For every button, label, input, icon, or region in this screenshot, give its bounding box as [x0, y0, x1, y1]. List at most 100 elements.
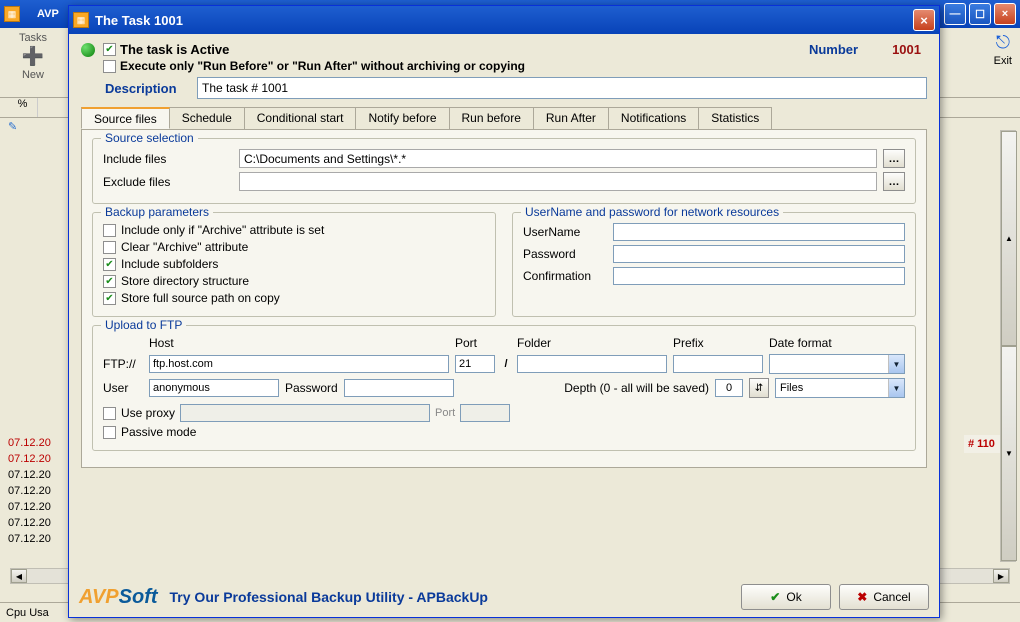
password-input[interactable] [613, 245, 905, 263]
prefix-header: Prefix [673, 336, 763, 350]
exclude-files-input[interactable] [239, 172, 877, 191]
ok-button[interactable]: ✔ Ok [741, 584, 831, 610]
chevron-down-icon: ▼ [888, 355, 904, 373]
close-button[interactable]: × [913, 9, 935, 31]
source-selection-group: Source selection Include files … Exclude… [92, 138, 916, 204]
tab-source-files[interactable]: Source files [81, 107, 170, 129]
opt-store-dir-structure-checkbox[interactable] [103, 275, 116, 288]
tab-run-before[interactable]: Run before [449, 107, 534, 129]
ftp-scheme-label: FTP:// [103, 357, 143, 371]
confirmation-input[interactable] [613, 267, 905, 285]
network-creds-group: UserName and password for network resour… [512, 212, 916, 317]
scroll-down-icon[interactable]: ▼ [1001, 346, 1017, 561]
ftp-prefix-input[interactable] [673, 355, 763, 373]
include-files-label: Include files [103, 152, 233, 166]
opt-label: Store full source path on copy [121, 291, 280, 305]
use-proxy-checkbox[interactable] [103, 407, 116, 420]
tab-schedule[interactable]: Schedule [169, 107, 245, 129]
include-browse-button[interactable]: … [883, 149, 905, 168]
chevron-down-icon: ▼ [888, 379, 904, 397]
ftp-group: Upload to FTP Host Port Folder Prefix Da… [92, 325, 916, 451]
execute-only-label: Execute only "Run Before" or "Run After"… [120, 59, 525, 73]
host-header: Host [149, 336, 449, 350]
network-creds-title: UserName and password for network resour… [521, 205, 783, 219]
status-text: Cpu Usa [6, 607, 49, 619]
backup-params-title: Backup parameters [101, 205, 213, 219]
main-close-button[interactable]: × [994, 3, 1016, 25]
description-input[interactable] [197, 77, 927, 99]
date-format-combo[interactable]: ▼ [769, 354, 905, 374]
dialog-icon: ▦ [73, 12, 89, 28]
username-input[interactable] [613, 223, 905, 241]
list-date: 07.12.20 [8, 435, 51, 451]
dialog-title: The Task 1001 [95, 13, 913, 28]
dialog-footer: AVPSoft Try Our Professional Backup Util… [69, 577, 939, 617]
username-label: UserName [523, 225, 613, 239]
promo-text: Try Our Professional Backup Utility - AP… [170, 589, 488, 605]
slash-label: / [501, 358, 511, 370]
exit-icon[interactable]: ⎋ [996, 32, 1010, 53]
list-date: 07.12.20 [8, 483, 51, 499]
row-icon: ✎ [8, 120, 17, 133]
tab-run-after[interactable]: Run After [533, 107, 609, 129]
opt-store-full-path-checkbox[interactable] [103, 292, 116, 305]
opt-label: Include subfolders [121, 257, 218, 271]
password-label: Password [523, 247, 613, 261]
depth-input[interactable] [715, 379, 743, 397]
new-icon[interactable]: ➕ [22, 46, 44, 67]
ftp-pass-input[interactable] [344, 379, 454, 397]
ftp-host-input[interactable] [149, 355, 449, 373]
ftp-title: Upload to FTP [101, 318, 186, 332]
tab-statistics[interactable]: Statistics [698, 107, 772, 129]
execute-only-checkbox[interactable] [103, 60, 116, 73]
opt-clear-archive-checkbox[interactable] [103, 241, 116, 254]
tabstrip: Source files Schedule Conditional start … [81, 107, 927, 130]
exclude-files-label: Exclude files [103, 175, 233, 189]
scroll-right-icon[interactable]: ▶ [993, 569, 1009, 583]
exit-label: Exit [994, 55, 1012, 67]
folder-header: Folder [517, 336, 667, 350]
ftp-port-input[interactable] [455, 355, 495, 373]
tab-notify-before[interactable]: Notify before [355, 107, 449, 129]
proxy-host-input [180, 404, 430, 422]
cancel-button[interactable]: ✖Cancel [839, 584, 929, 610]
opt-label: Clear "Archive" attribute [121, 240, 248, 254]
depth-action-button[interactable]: ⇵ [749, 378, 769, 398]
list-date: 07.12.20 [8, 451, 51, 467]
opt-archive-attr-checkbox[interactable] [103, 224, 116, 237]
use-proxy-label: Use proxy [121, 406, 175, 420]
list-date: 07.12.20 [8, 499, 51, 515]
ftp-folder-input[interactable] [517, 355, 667, 373]
dateformat-header: Date format [769, 336, 905, 350]
new-label: New [22, 69, 44, 81]
scrollbar-vertical[interactable]: ▲ ▼ [1000, 130, 1016, 562]
list-date: 07.12.20 [8, 515, 51, 531]
exclude-browse-button[interactable]: … [883, 172, 905, 191]
passive-mode-label: Passive mode [121, 425, 196, 439]
scroll-up-icon[interactable]: ▲ [1001, 131, 1017, 346]
maximize-button[interactable]: ☐ [969, 3, 991, 25]
passive-mode-checkbox[interactable] [103, 426, 116, 439]
status-dot-icon [81, 43, 95, 57]
include-files-input[interactable] [239, 149, 877, 168]
minimize-button[interactable]: — [944, 3, 966, 25]
active-checkbox[interactable] [103, 43, 116, 56]
ftp-user-label: User [103, 381, 143, 395]
opt-include-subfolders-checkbox[interactable] [103, 258, 116, 271]
cancel-label: Cancel [873, 590, 910, 604]
depth-label: Depth (0 - all will be saved) [564, 381, 709, 395]
source-files-panel: Source selection Include files … Exclude… [81, 130, 927, 468]
proxy-port-input [460, 404, 510, 422]
scroll-left-icon[interactable]: ◀ [11, 569, 27, 583]
avpsoft-logo: AVPSoft [79, 586, 158, 609]
dialog-titlebar[interactable]: ▦ The Task 1001 × [69, 6, 939, 34]
tab-conditional-start[interactable]: Conditional start [244, 107, 357, 129]
app-icon: ▦ [4, 6, 20, 22]
ftp-user-input[interactable] [149, 379, 279, 397]
proxy-port-label: Port [435, 407, 455, 419]
check-icon: ✔ [770, 590, 780, 604]
files-combo[interactable]: Files▼ [775, 378, 905, 398]
ok-label: Ok [786, 590, 801, 604]
tab-notifications[interactable]: Notifications [608, 107, 699, 129]
number-label: Number [809, 42, 858, 57]
